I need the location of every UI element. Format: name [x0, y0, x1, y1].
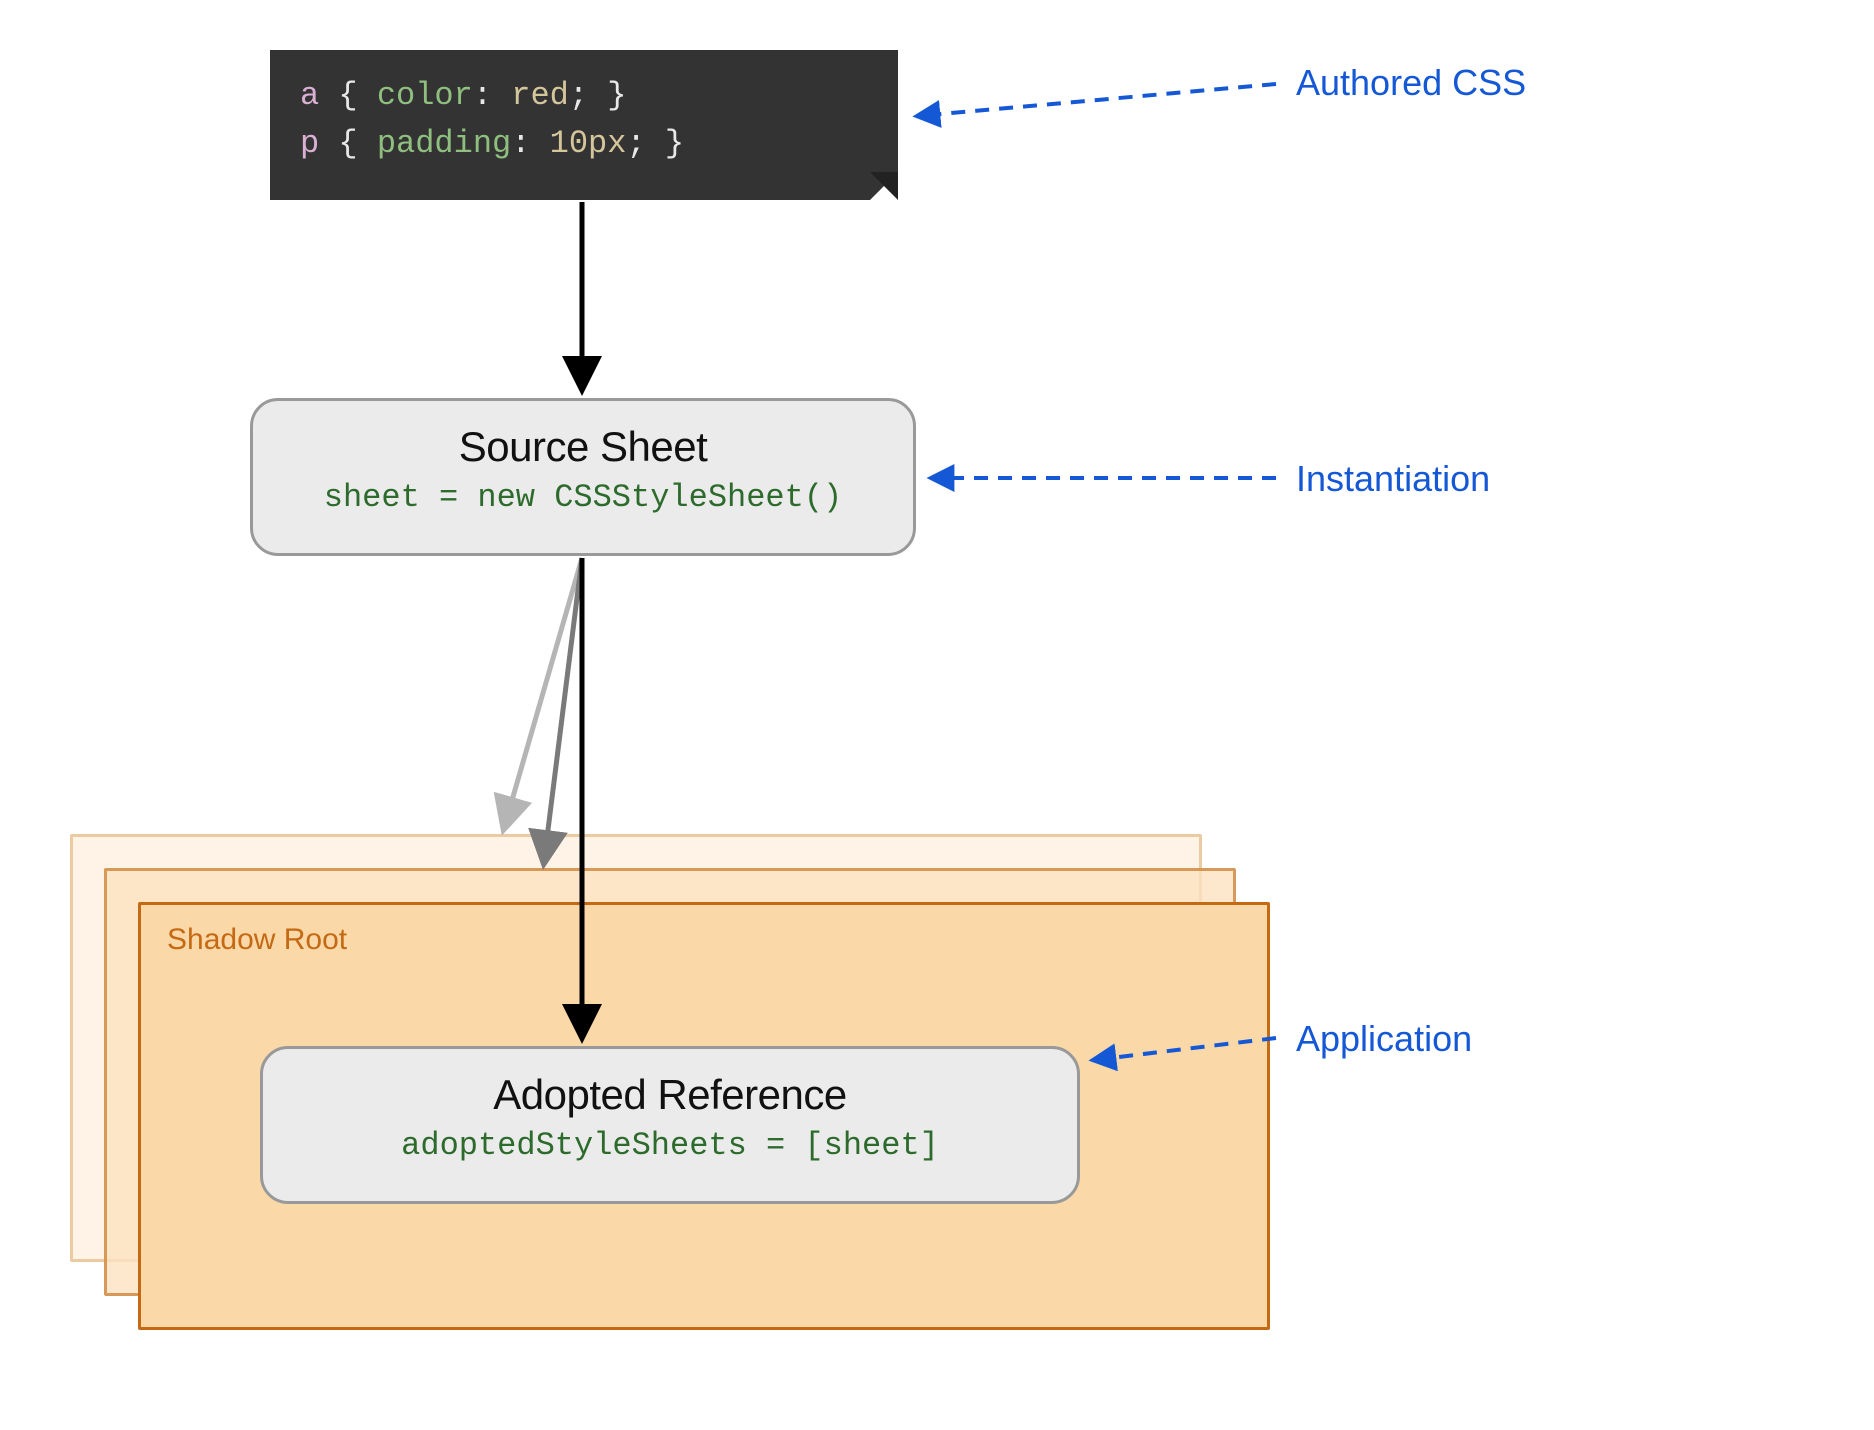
code-semi: ; — [569, 77, 588, 114]
code-brace: } — [665, 125, 684, 162]
annotation-application: Application — [1296, 1018, 1472, 1060]
code-colon: : — [473, 77, 492, 114]
code-selector: p — [300, 125, 319, 162]
source-sheet-title: Source Sheet — [253, 423, 913, 471]
code-value: red — [511, 77, 569, 114]
source-sheet-code: sheet = new CSSStyleSheet() — [253, 479, 913, 516]
code-line-2: p { padding: 10px; } — [300, 120, 868, 168]
annotation-arrow-authored — [918, 84, 1276, 116]
adopted-reference-title: Adopted Reference — [263, 1071, 1077, 1119]
adopted-reference-box: Adopted Reference adoptedStyleSheets = [… — [260, 1046, 1080, 1204]
arrow-source-to-shadow-3 — [504, 558, 582, 828]
code-block: a { color: red; } p { padding: 10px; } — [270, 50, 898, 200]
code-brace: } — [607, 77, 626, 114]
arrow-source-to-shadow-2 — [544, 558, 582, 862]
code-brace: { — [338, 125, 357, 162]
source-sheet-box: Source Sheet sheet = new CSSStyleSheet() — [250, 398, 916, 556]
shadow-root-label: Shadow Root — [167, 923, 347, 957]
code-colon: : — [511, 125, 530, 162]
code-brace: { — [338, 77, 357, 114]
code-property: padding — [377, 125, 511, 162]
dog-ear-icon — [870, 172, 898, 200]
code-value: 10px — [550, 125, 627, 162]
code-selector: a — [300, 77, 319, 114]
annotation-instantiation: Instantiation — [1296, 458, 1490, 500]
code-line-1: a { color: red; } — [300, 72, 868, 120]
annotation-authored-css: Authored CSS — [1296, 62, 1526, 104]
adopted-reference-code: adoptedStyleSheets = [sheet] — [263, 1127, 1077, 1164]
code-property: color — [377, 77, 473, 114]
diagram-canvas: a { color: red; } p { padding: 10px; } S… — [0, 0, 1874, 1430]
code-semi: ; — [626, 125, 645, 162]
